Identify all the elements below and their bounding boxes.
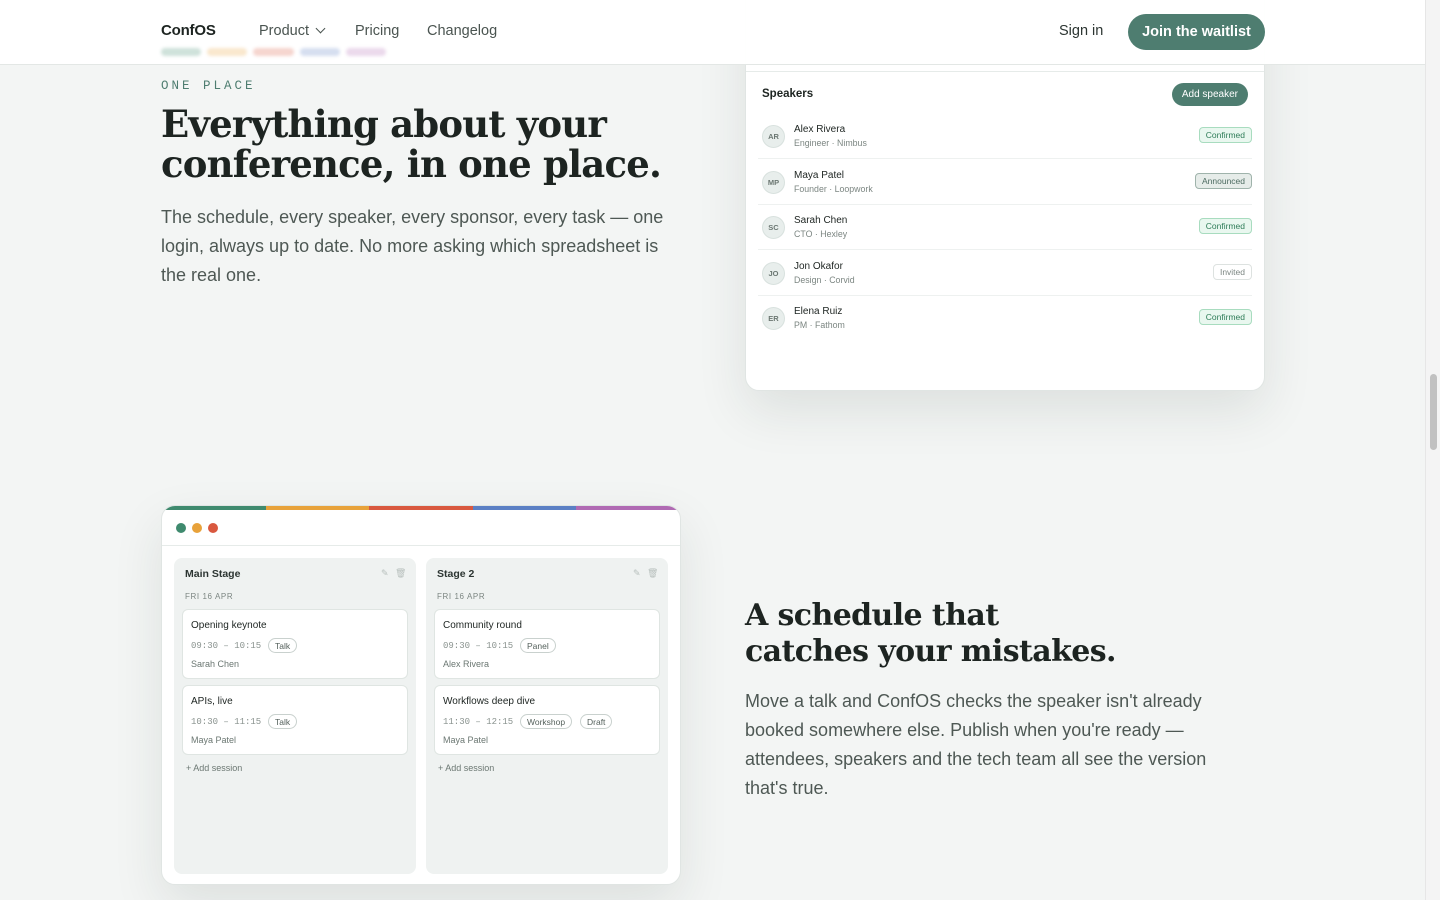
speaker-row[interactable]: SC Sarah Chen CTO · Hexley Confirmed	[758, 205, 1252, 250]
speaker-role: PM · Fathom	[794, 320, 845, 330]
faded-color-strip	[161, 48, 387, 60]
speaker-role: CTO · Hexley	[794, 229, 848, 239]
session-time: 09:30 – 10:15	[191, 641, 262, 651]
scrollbar-thumb[interactable]	[1430, 374, 1437, 450]
status-badge: Invited	[1212, 264, 1252, 280]
sign-in-link[interactable]: Sign in	[1059, 23, 1103, 39]
speaker-row[interactable]: ER Elena Ruiz PM · Fathom Confirmed	[758, 296, 1252, 341]
section-body: The schedule, every speaker, every spons…	[161, 207, 664, 285]
add-session-button[interactable]: + Add session	[186, 763, 242, 773]
schedule-card: Main Stage ✎ 🗑 FRI 16 APR Opening keynot…	[161, 505, 681, 885]
accent-segment	[576, 506, 680, 510]
scrollbar[interactable]	[1425, 0, 1440, 900]
speaker-role: Founder · Loopwork	[794, 184, 873, 194]
speaker-name: Jon Okafor	[794, 261, 843, 272]
session-speaker: Alex Rivera	[443, 659, 490, 669]
speaker-name: Elena Ruiz	[794, 306, 843, 317]
status-badge: Confirmed	[1198, 218, 1252, 234]
avatar: AR	[762, 125, 785, 148]
session-title: Opening keynote	[191, 620, 267, 631]
session-tag: Draft	[580, 714, 613, 729]
session-card[interactable]: APIs, live 10:30 – 11:15 Talk Maya Patel	[182, 685, 408, 755]
nav-pricing[interactable]: Pricing	[355, 23, 399, 39]
session-title: Community round	[443, 620, 522, 631]
stage-tools: ✎ 🗑	[381, 569, 406, 578]
session-time: 09:30 – 10:15	[443, 641, 514, 651]
accent-segment	[369, 506, 473, 510]
nav-product-label: Product	[259, 23, 309, 39]
brand-logo[interactable]: ConfOS	[161, 22, 216, 39]
nav-changelog[interactable]: Changelog	[427, 23, 497, 39]
divider	[162, 545, 680, 546]
chevron-down-icon	[315, 23, 326, 34]
window-dot[interactable]	[176, 523, 186, 533]
session-speaker: Maya Patel	[443, 735, 489, 745]
accent-bar	[162, 506, 680, 510]
avatar: ER	[762, 307, 785, 330]
session-time: 10:30 – 11:15	[191, 717, 262, 727]
avatar: MP	[762, 171, 785, 194]
stage-date: FRI 16 APR	[437, 592, 486, 601]
add-session-button[interactable]: + Add session	[438, 763, 494, 773]
speaker-row[interactable]: MP Maya Patel Founder · Loopwork Announc…	[758, 160, 1252, 205]
avatar: SC	[762, 216, 785, 239]
session-tag: Panel	[520, 638, 556, 653]
heading-line: catches your mistakes.	[745, 634, 1117, 669]
session-card[interactable]: Community round 09:30 – 10:15 Panel Alex…	[434, 609, 660, 679]
accent-segment	[265, 506, 370, 510]
session-title: Workflows deep dive	[443, 696, 536, 707]
session-time: 11:30 – 12:15	[443, 717, 514, 727]
stage-title: Stage 2	[437, 568, 475, 580]
session-speaker: Sarah Chen	[191, 659, 240, 669]
section-heading: A schedule that catches your mistakes.	[745, 598, 1265, 670]
edit-icon[interactable]: ✎	[633, 569, 642, 578]
stage-date: FRI 16 APR	[185, 592, 234, 601]
status-badge: Confirmed	[1198, 309, 1252, 325]
section-body: Move a talk and ConfOS checks the speake…	[745, 691, 1207, 798]
edit-icon[interactable]: ✎	[381, 569, 390, 578]
window-controls	[176, 523, 218, 533]
divider	[746, 71, 1264, 72]
speaker-role: Design · Corvid	[794, 275, 855, 285]
speakers-title: Speakers	[762, 88, 814, 100]
session-card[interactable]: Workflows deep dive 11:30 – 12:15 Worksh…	[434, 685, 660, 755]
stage-column: Stage 2 ✎ 🗑 FRI 16 APR Community round 0…	[426, 558, 668, 874]
avatar: JO	[762, 262, 785, 285]
speaker-row[interactable]: JO Jon Okafor Design · Corvid Invited	[758, 251, 1252, 296]
join-waitlist-button[interactable]: Join the waitlist	[1128, 14, 1265, 50]
stage-column: Main Stage ✎ 🗑 FRI 16 APR Opening keynot…	[174, 558, 416, 874]
add-speaker-button[interactable]: Add speaker	[1171, 83, 1248, 106]
speaker-row[interactable]: AR Alex Rivera Engineer · Nimbus Confirm…	[758, 114, 1252, 159]
speaker-name: Alex Rivera	[794, 124, 846, 135]
accent-segment	[162, 506, 266, 510]
speaker-name: Sarah Chen	[794, 215, 848, 226]
window-dot[interactable]	[208, 523, 218, 533]
accent-segment	[472, 506, 577, 510]
session-tag: Talk	[268, 714, 298, 729]
trash-icon[interactable]: 🗑	[395, 569, 406, 578]
session-card[interactable]: Opening keynote 09:30 – 10:15 Talk Sarah…	[182, 609, 408, 679]
session-tag: Workshop	[520, 714, 573, 729]
heading-line: A schedule that	[745, 598, 999, 633]
nav-product[interactable]: Product	[259, 23, 326, 39]
section-eyebrow: ONE PLACE	[161, 79, 256, 93]
session-speaker: Maya Patel	[191, 735, 237, 745]
speaker-role: Engineer · Nimbus	[794, 138, 867, 148]
stage-tools: ✎ 🗑	[633, 569, 658, 578]
speaker-name: Maya Patel	[794, 170, 845, 181]
stage-title: Main Stage	[185, 568, 241, 580]
session-tag: Talk	[268, 638, 298, 653]
status-badge: Announced	[1194, 173, 1252, 189]
section-heading: Everything about your conference, in one…	[161, 102, 662, 186]
window-dot[interactable]	[192, 523, 202, 533]
session-title: APIs, live	[191, 696, 233, 707]
trash-icon[interactable]: 🗑	[647, 569, 658, 578]
status-badge: Confirmed	[1198, 127, 1252, 143]
